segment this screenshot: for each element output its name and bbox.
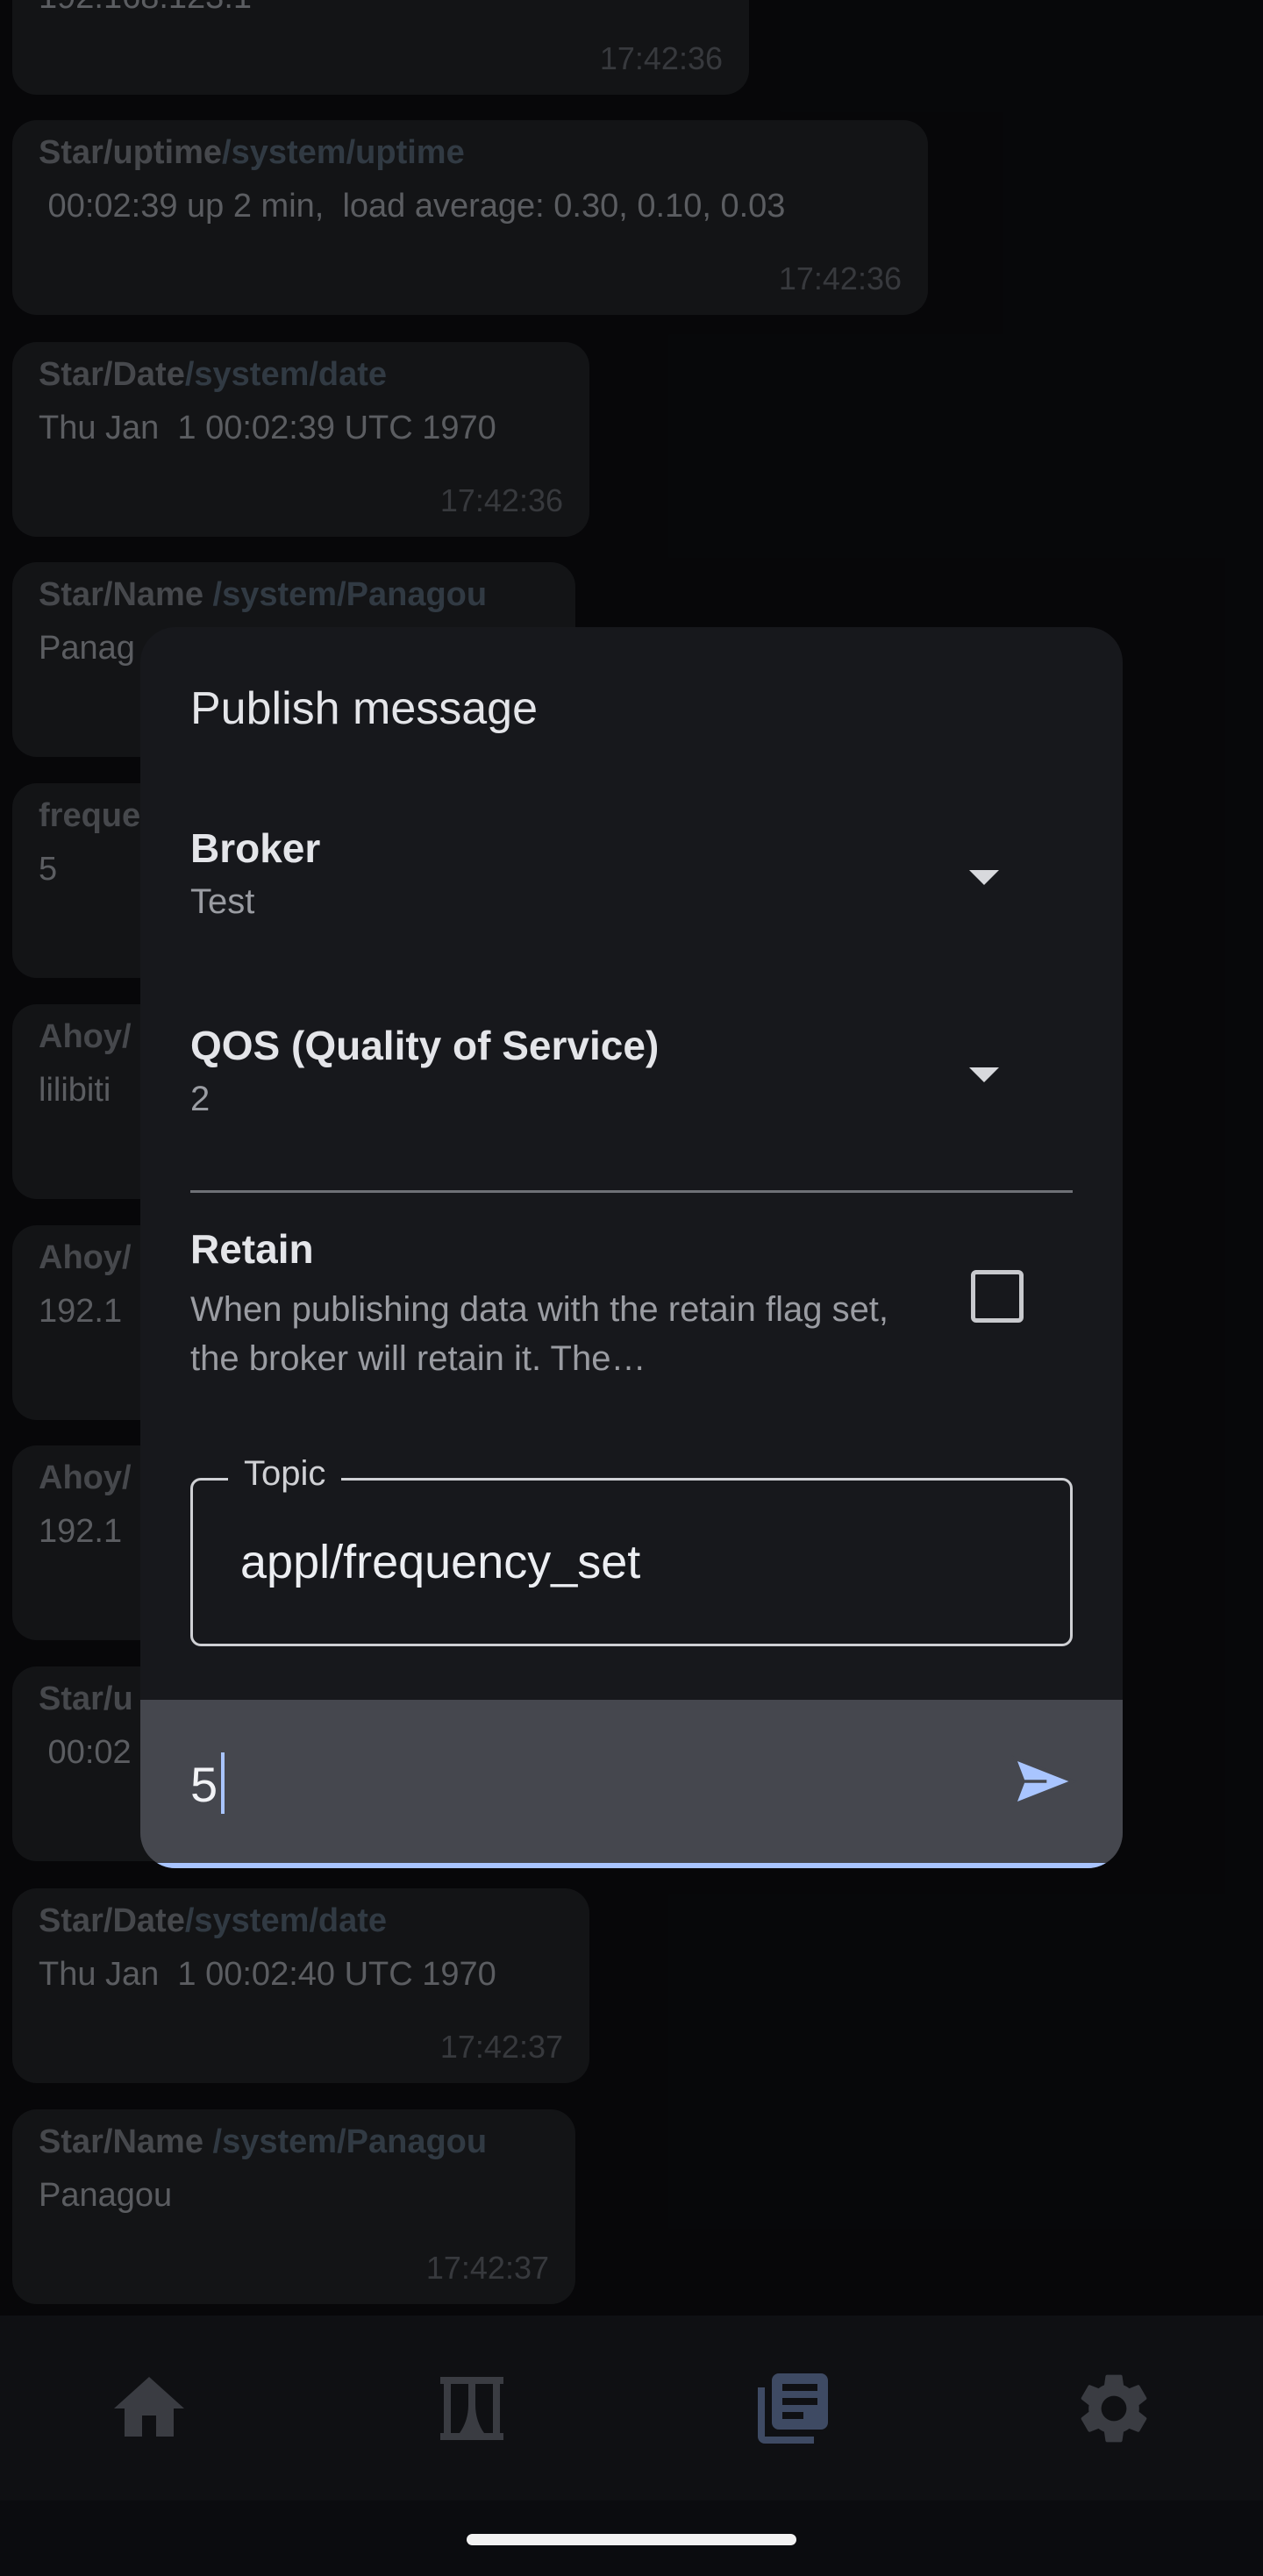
- nav-curtains[interactable]: [430, 2366, 514, 2451]
- chevron-down-icon: [969, 870, 999, 885]
- qos-label: QOS (Quality of Service): [190, 1023, 660, 1068]
- home-icon: [114, 2377, 184, 2437]
- qos-dropdown[interactable]: QOS (Quality of Service) 2: [140, 1022, 1123, 1153]
- payload-field[interactable]: 5: [140, 1700, 1123, 1868]
- text-cursor: [221, 1752, 225, 1814]
- topic-input[interactable]: appl/frequency_set: [240, 1535, 640, 1589]
- qos-value: 2: [190, 1080, 210, 1118]
- send-icon: [1011, 1755, 1078, 1808]
- curtains-icon: [440, 2377, 503, 2440]
- payload-value: 5: [190, 1757, 218, 1812]
- qos-underline: [190, 1190, 1073, 1193]
- broker-label: Broker: [190, 825, 321, 871]
- nav-settings[interactable]: [1072, 2366, 1156, 2451]
- messages-icon: [758, 2373, 828, 2444]
- bottom-navigation: [0, 2316, 1263, 2501]
- nav-home[interactable]: [107, 2366, 191, 2451]
- retain-label: Retain: [190, 1226, 314, 1272]
- broker-dropdown[interactable]: Broker Test: [140, 824, 1123, 982]
- settings-icon: [1081, 2374, 1147, 2443]
- chevron-down-icon: [969, 1067, 999, 1082]
- payload-input[interactable]: 5: [190, 1752, 225, 1814]
- system-gesture-area: [0, 2501, 1263, 2576]
- broker-value: Test: [190, 882, 255, 921]
- retain-description: When publishing data with the retain fla…: [190, 1290, 889, 1378]
- topic-field[interactable]: Topic appl/frequency_set: [190, 1454, 1073, 1646]
- topic-label: Topic: [228, 1454, 342, 1494]
- send-button[interactable]: [1009, 1751, 1079, 1812]
- publish-message-dialog: Publish message Broker Test QOS (Quality…: [140, 627, 1123, 1868]
- retain-checkbox[interactable]: [971, 1270, 1024, 1323]
- home-indicator[interactable]: [467, 2534, 796, 2545]
- dialog-title: Publish message: [190, 683, 538, 734]
- nav-messages[interactable]: [751, 2366, 835, 2451]
